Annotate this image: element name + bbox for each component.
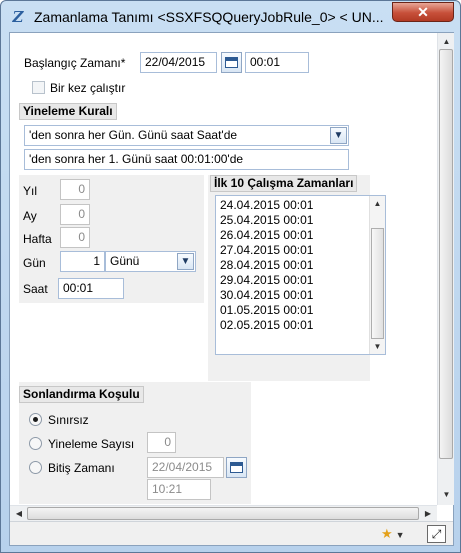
unlimited-radio[interactable] (29, 413, 42, 426)
year-field[interactable]: 0 (60, 179, 90, 200)
unlimited-label: Sınırsız (48, 413, 89, 427)
chevron-down-icon[interactable]: ▼ (330, 127, 347, 144)
expand-icon[interactable]: ⤢ (427, 525, 446, 543)
calendar-icon (225, 57, 238, 68)
chevron-down-icon: ▼ (395, 530, 405, 540)
list-item[interactable]: 24.04.2015 00:01 (216, 198, 385, 213)
repeat-rule-combo[interactable]: 'den sonra her Gün. Günü saat Saat'de ▼ (24, 125, 349, 146)
run-once-checkbox[interactable] (32, 81, 45, 94)
hour-field[interactable]: 00:01 (58, 278, 124, 299)
list-item[interactable]: 25.04.2015 00:01 (216, 213, 385, 228)
repeat-count-label: Yineleme Sayısı (48, 437, 135, 451)
end-time-radio[interactable] (29, 461, 42, 474)
vertical-scroll-thumb[interactable] (439, 49, 453, 459)
repeat-rule-group-title: Yineleme Kuralı (19, 103, 117, 120)
first-runs-list[interactable]: 24.04.2015 00:01 25.04.2015 00:01 26.04.… (215, 195, 386, 355)
day-label: Gün (23, 256, 46, 270)
day-unit-value: Günü (110, 254, 140, 268)
repeat-rule-combo-value: 'den sonra her Gün. Günü saat Saat'de (29, 128, 238, 142)
end-date-field[interactable]: 22/04/2015 (147, 457, 224, 478)
day-field[interactable]: 1 (60, 251, 105, 272)
day-unit-combo[interactable]: Günü ▼ (105, 251, 196, 272)
chevron-down-icon[interactable]: ▼ (177, 253, 194, 270)
list-item[interactable]: 28.04.2015 00:01 (216, 258, 385, 273)
status-bar: ★ ▼ ⤢ (10, 521, 453, 545)
chevron-up-icon[interactable]: ▲ (370, 197, 385, 211)
first-runs-group-title: İlk 10 Çalışma Zamanları (210, 175, 358, 192)
horizontal-scrollbar[interactable]: ◀ ▶ (10, 505, 437, 521)
repeat-rule-text-field: 'den sonra her 1. Günü saat 00:01:00'de (24, 149, 349, 170)
form-panel: Başlangıç Zamanı* 22/04/2015 00:01 Bir k… (10, 33, 437, 505)
list-item[interactable]: 01.05.2015 00:01 (216, 303, 385, 318)
chevron-down-icon[interactable]: ▼ (370, 340, 385, 354)
list-item[interactable]: 29.04.2015 00:01 (216, 273, 385, 288)
close-button[interactable]: ✕ (392, 2, 454, 22)
run-once-label: Bir kez çalıştır (50, 81, 126, 95)
list-item[interactable]: 30.04.2015 00:01 (216, 288, 385, 303)
favorites-button[interactable]: ★ ▼ (381, 526, 415, 542)
dialog-window: Z Zamanlama Tanımı <SSXFSQQueryJobRule_0… (0, 0, 461, 553)
year-label: Yıl (23, 184, 38, 198)
chevron-left-icon[interactable]: ◀ (12, 506, 26, 522)
list-item[interactable]: 27.04.2015 00:01 (216, 243, 385, 258)
hour-label: Saat (23, 282, 48, 296)
start-date-calendar-button[interactable] (221, 52, 242, 73)
end-condition-group-title: Sonlandırma Koşulu (19, 386, 144, 403)
repeat-count-radio[interactable] (29, 437, 42, 450)
first-runs-scrollbar[interactable]: ▲ ▼ (369, 196, 385, 354)
title-bar[interactable]: Z Zamanlama Tanımı <SSXFSQQueryJobRule_0… (1, 1, 460, 31)
repeat-count-field[interactable]: 0 (147, 432, 176, 453)
end-date-calendar-button[interactable] (226, 457, 247, 478)
month-field[interactable]: 0 (60, 204, 90, 225)
list-item[interactable]: 02.05.2015 00:01 (216, 318, 385, 333)
app-logo-icon: Z (12, 8, 24, 26)
chevron-up-icon[interactable]: ▲ (438, 35, 455, 49)
vertical-scrollbar[interactable]: ▲ ▼ (437, 33, 454, 505)
start-time-field[interactable]: 00:01 (245, 52, 309, 73)
start-time-label: Başlangıç Zamanı* (24, 56, 126, 70)
chevron-right-icon[interactable]: ▶ (421, 506, 435, 522)
week-label: Hafta (23, 232, 52, 246)
start-date-field[interactable]: 22/04/2015 (140, 52, 217, 73)
dialog-client-area: Başlangıç Zamanı* 22/04/2015 00:01 Bir k… (9, 32, 454, 546)
chevron-down-icon[interactable]: ▼ (438, 488, 455, 502)
month-label: Ay (23, 209, 37, 223)
list-item[interactable]: 26.04.2015 00:01 (216, 228, 385, 243)
horizontal-scroll-thumb[interactable] (27, 507, 419, 520)
calendar-icon (230, 462, 243, 473)
end-time-label: Bitiş Zamanı (48, 461, 115, 475)
window-title: Zamanlama Tanımı <SSXFSQQueryJobRule_0> … (34, 9, 384, 25)
scroll-thumb[interactable] (371, 228, 384, 339)
star-icon: ★ (381, 526, 393, 541)
week-field[interactable]: 0 (60, 227, 90, 248)
end-time-field[interactable]: 10:21 (147, 479, 211, 500)
